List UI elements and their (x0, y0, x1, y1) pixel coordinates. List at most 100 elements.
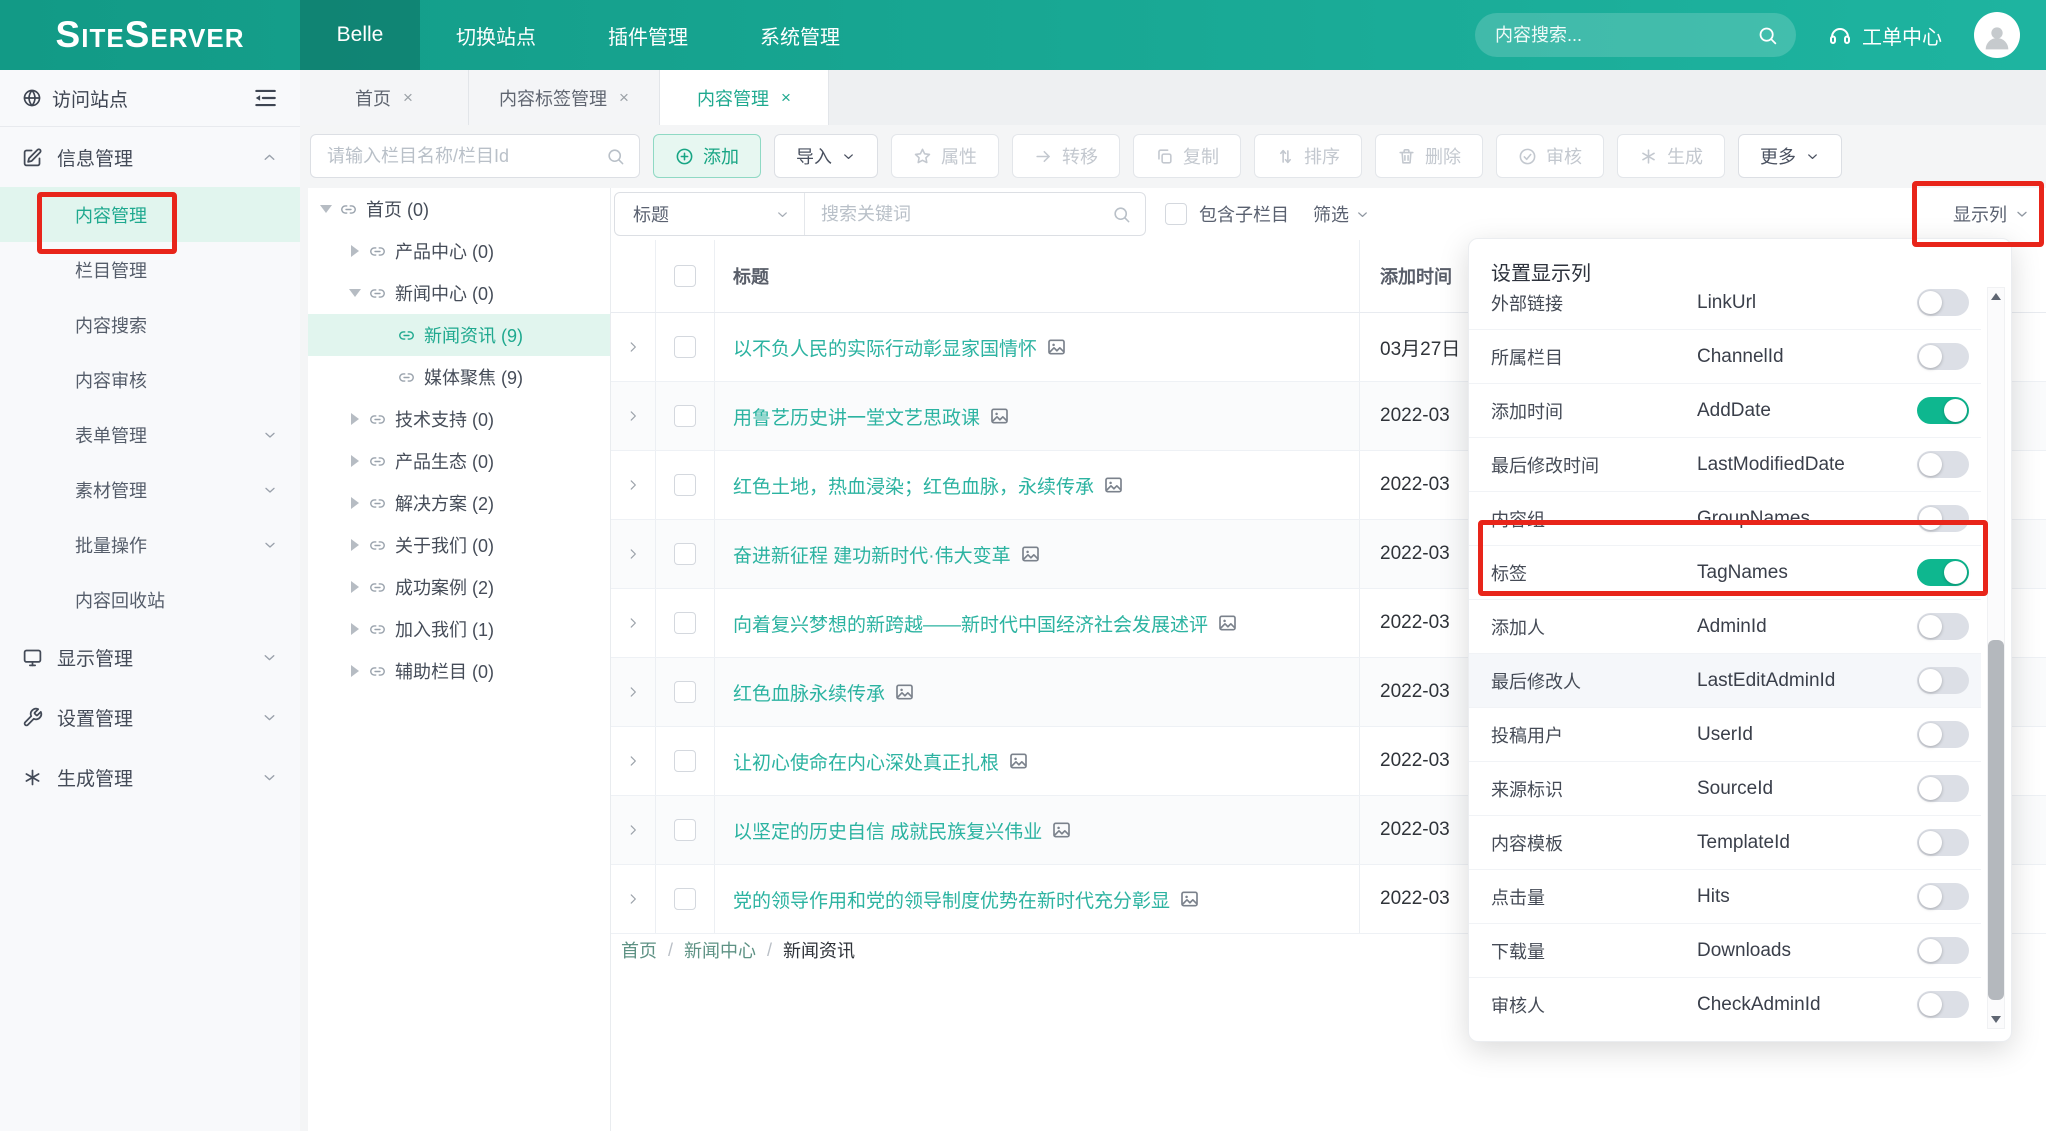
caret-right-icon[interactable] (343, 497, 367, 509)
row-checkbox[interactable] (674, 336, 696, 358)
caret-right-icon[interactable] (343, 245, 367, 257)
sidebar-item-内容搜索[interactable]: 内容搜索 (0, 297, 300, 352)
column-toggle-ChannelId[interactable] (1917, 343, 1969, 370)
search-icon[interactable] (1757, 25, 1778, 46)
tree-node-辅助栏目[interactable]: 辅助栏目 (0) (308, 650, 610, 692)
topbar-menu-item[interactable]: 系统管理 (724, 0, 876, 70)
tree-node-技术支持[interactable]: 技术支持 (0) (308, 398, 610, 440)
column-toggle-LastEditAdminId[interactable] (1917, 667, 1969, 694)
content-title-link[interactable]: 让初心使命在内心深处真正扎根 (733, 748, 1029, 775)
expand-row-icon[interactable] (626, 616, 640, 630)
tree-node-产品生态[interactable]: 产品生态 (0) (308, 440, 610, 482)
expand-row-icon[interactable] (626, 409, 640, 423)
sidebar-item-内容回收站[interactable]: 内容回收站 (0, 572, 300, 627)
caret-down-icon[interactable] (343, 289, 367, 297)
sidebar-item-素材管理[interactable]: 素材管理 (0, 462, 300, 517)
sidebar-item-栏目管理[interactable]: 栏目管理 (0, 242, 300, 297)
content-title-link[interactable]: 以坚定的历史自信 成就民族复兴伟业 (733, 817, 1072, 844)
tree-node-加入我们[interactable]: 加入我们 (1) (308, 608, 610, 650)
tree-node-解决方案[interactable]: 解决方案 (2) (308, 482, 610, 524)
column-toggle-Hits[interactable] (1917, 883, 1969, 910)
keyword-input[interactable] (805, 204, 1112, 225)
column-toggle-TagNames[interactable] (1917, 559, 1969, 586)
column-toggle-AdminId[interactable] (1917, 613, 1969, 640)
tree-node-成功案例[interactable]: 成功案例 (2) (308, 566, 610, 608)
channel-search-input[interactable] (325, 145, 606, 168)
breadcrumb-item[interactable]: 新闻中心 (684, 937, 756, 963)
tab-首页[interactable]: 首页× (300, 70, 469, 125)
column-toggle-UserId[interactable] (1917, 721, 1969, 748)
scroll-up-arrow[interactable] (1991, 293, 2001, 300)
row-checkbox[interactable] (674, 681, 696, 703)
column-toggle-SourceId[interactable] (1917, 775, 1969, 802)
topbar-menu-item[interactable]: 切换站点 (420, 0, 572, 70)
content-title-link[interactable]: 红色血脉永续传承 (733, 679, 915, 706)
添加-button[interactable]: 添加 (653, 134, 761, 178)
sidebar-item-内容管理[interactable]: 内容管理 (0, 187, 300, 242)
expand-row-icon[interactable] (626, 823, 640, 837)
column-toggle-Downloads[interactable] (1917, 937, 1969, 964)
search-icon[interactable] (606, 147, 625, 166)
content-title-link[interactable]: 用鲁艺历史讲一堂文艺思政课 (733, 403, 1010, 430)
display-columns-button[interactable]: 显示列 (1953, 201, 2030, 227)
row-checkbox[interactable] (674, 405, 696, 427)
collapse-sidebar-icon[interactable] (252, 85, 278, 111)
content-title-link[interactable]: 向着复兴梦想的新跨越——新时代中国经济社会发展述评 (733, 610, 1238, 637)
column-toggle-LinkUrl[interactable] (1917, 289, 1969, 316)
tree-node-产品中心[interactable]: 产品中心 (0) (308, 230, 610, 272)
title-header-cell[interactable]: 标题 (715, 240, 1360, 312)
expand-row-icon[interactable] (626, 340, 640, 354)
更多-button[interactable]: 更多 (1738, 134, 1842, 178)
column-toggle-AddDate[interactable] (1917, 397, 1969, 424)
row-checkbox[interactable] (674, 888, 696, 910)
breadcrumb-item[interactable]: 首页 (621, 937, 657, 963)
row-checkbox[interactable] (674, 474, 696, 496)
tab-内容标签管理[interactable]: 内容标签管理× (469, 70, 660, 125)
expand-row-icon[interactable] (626, 892, 640, 906)
content-title-link[interactable]: 红色土地，热血浸染；红色血脉，永续传承 (733, 472, 1124, 499)
content-title-link[interactable]: 奋进新征程 建功新时代·伟大变革 (733, 541, 1041, 568)
tree-node-关于我们[interactable]: 关于我们 (0) (308, 524, 610, 566)
work-order-button[interactable]: 工单中心 (1828, 21, 1942, 50)
caret-down-icon[interactable] (314, 205, 338, 213)
sidebar-item-内容审核[interactable]: 内容审核 (0, 352, 300, 407)
sidebar-item-表单管理[interactable]: 表单管理 (0, 407, 300, 462)
column-toggle-GroupNames[interactable] (1917, 505, 1969, 532)
expand-row-icon[interactable] (626, 685, 640, 699)
row-checkbox[interactable] (674, 750, 696, 772)
row-checkbox[interactable] (674, 819, 696, 841)
sidebar-group-显示管理[interactable]: 显示管理 (0, 627, 300, 687)
select-all-checkbox[interactable] (674, 265, 696, 287)
current-site-tab[interactable]: Belle (300, 0, 420, 70)
content-search-box[interactable] (1475, 13, 1796, 57)
caret-right-icon[interactable] (343, 665, 367, 677)
expand-row-icon[interactable] (626, 547, 640, 561)
row-checkbox[interactable] (674, 543, 696, 565)
sidebar-item-批量操作[interactable]: 批量操作 (0, 517, 300, 572)
caret-right-icon[interactable] (343, 623, 367, 635)
sidebar-group-设置管理[interactable]: 设置管理 (0, 687, 300, 747)
caret-right-icon[interactable] (343, 539, 367, 551)
scroll-down-arrow[interactable] (1991, 1016, 2001, 1023)
channel-search-box[interactable] (310, 134, 640, 178)
tree-node-首页[interactable]: 首页 (0) (308, 188, 610, 230)
filter-dropdown[interactable]: 筛选 (1313, 201, 1370, 227)
tree-node-媒体聚焦[interactable]: 媒体聚焦 (9) (308, 356, 610, 398)
caret-right-icon[interactable] (343, 581, 367, 593)
content-title-link[interactable]: 党的领导作用和党的领导制度优势在新时代充分彰显 (733, 886, 1200, 913)
visit-site-button[interactable]: 访问站点 (0, 70, 300, 127)
column-toggle-CheckAdminId[interactable] (1917, 991, 1969, 1018)
column-toggle-LastModifiedDate[interactable] (1917, 451, 1969, 478)
sidebar-group-生成管理[interactable]: 生成管理 (0, 747, 300, 807)
close-tab-icon[interactable]: × (403, 89, 413, 106)
scrollbar-thumb[interactable] (1988, 640, 2004, 1000)
content-title-link[interactable]: 以不负人民的实际行动彰显家国情怀 (733, 334, 1067, 361)
topbar-menu-item[interactable]: 插件管理 (572, 0, 724, 70)
content-search-input[interactable] (1493, 24, 1757, 47)
expand-row-icon[interactable] (626, 478, 640, 492)
caret-right-icon[interactable] (343, 413, 367, 425)
导入-button[interactable]: 导入 (774, 134, 878, 178)
field-select[interactable]: 标题 (615, 193, 805, 235)
tree-node-新闻中心[interactable]: 新闻中心 (0) (308, 272, 610, 314)
include-children-checkbox[interactable] (1165, 203, 1187, 225)
